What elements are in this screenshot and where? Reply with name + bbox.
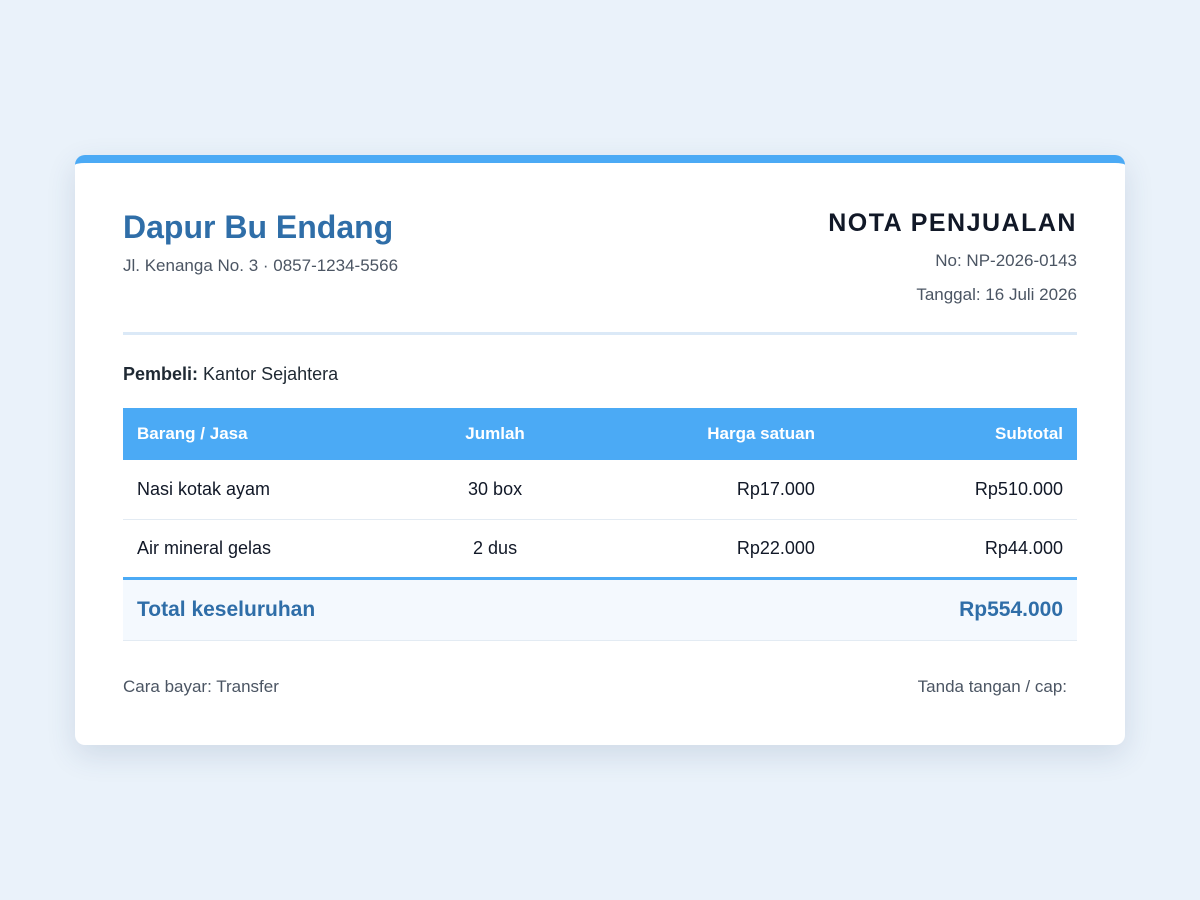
cell-subtotal: Rp44.000 <box>828 519 1077 579</box>
total-label: Total keseluruhan <box>123 576 829 641</box>
cell-unit-price: Rp22.000 <box>590 519 829 579</box>
table-row: Air mineral gelas 2 dus Rp22.000 Rp44.00… <box>123 519 1077 579</box>
cell-item: Nasi kotak ayam <box>123 460 400 520</box>
shop-name: Dapur Bu Endang <box>123 209 394 245</box>
cell-unit-price: Rp17.000 <box>590 460 829 520</box>
buyer-line: Pembeli: Kantor Sejahtera <box>123 364 1077 386</box>
cell-subtotal: Rp510.000 <box>828 460 1077 520</box>
table-header-row: Barang / Jasa Jumlah Harga satuan Subtot… <box>123 408 1077 460</box>
payment-method: Cara bayar: Transfer <box>123 676 279 696</box>
document-block: NOTA PENJUALAN No: NP-2026-0143 Tanggal:… <box>828 207 1077 305</box>
total-row: Total keseluruhan Rp554.000 <box>123 576 1077 641</box>
table-row: Nasi kotak ayam 30 box Rp17.000 Rp510.00… <box>123 460 1077 520</box>
shop-block: Dapur Bu Endang Jl. Kenanga No. 3 · 0857… <box>123 207 398 276</box>
cell-quantity: 30 box <box>399 460 591 520</box>
total-value: Rp554.000 <box>828 576 1077 641</box>
document-number: No: NP-2026-0143 <box>935 251 1077 270</box>
receipt-header: Dapur Bu Endang Jl. Kenanga No. 3 · 0857… <box>123 163 1077 335</box>
column-header-quantity: Jumlah <box>465 424 525 443</box>
column-header-unit-price: Harga satuan <box>707 424 815 443</box>
document-date: Tanggal: 16 Juli 2026 <box>916 285 1077 304</box>
column-header-subtotal: Subtotal <box>995 424 1063 443</box>
items-table: Barang / Jasa Jumlah Harga satuan Subtot… <box>123 408 1077 641</box>
buyer-name: Kantor Sejahtera <box>203 364 339 384</box>
receipt-footer: Cara bayar: Transfer Tanda tangan / cap: <box>123 677 1077 697</box>
cell-quantity: 2 dus <box>399 519 591 579</box>
buyer-label: Pembeli: <box>123 364 199 384</box>
shop-info: Jl. Kenanga No. 3 · 0857-1234-5566 <box>123 256 399 275</box>
column-header-item: Barang / Jasa <box>137 424 248 443</box>
cell-item: Air mineral gelas <box>123 519 400 579</box>
document-title: NOTA PENJUALAN <box>828 209 1077 237</box>
receipt-card: Dapur Bu Endang Jl. Kenanga No. 3 · 0857… <box>75 155 1125 745</box>
signature-label: Tanda tangan / cap: <box>917 676 1067 696</box>
